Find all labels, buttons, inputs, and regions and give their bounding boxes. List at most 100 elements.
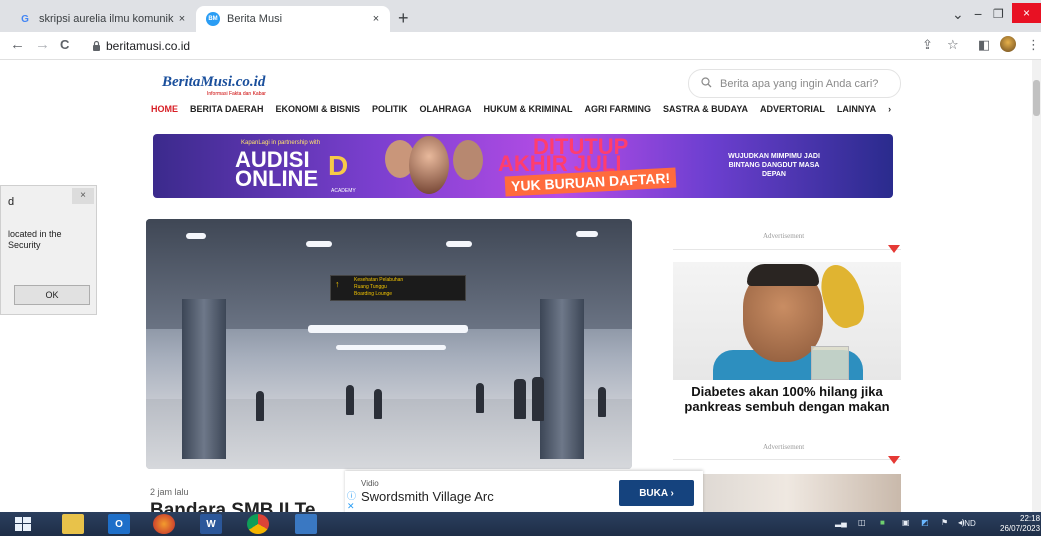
language-indicator[interactable]: IND (962, 519, 976, 528)
file-explorer-icon[interactable] (62, 514, 84, 534)
tray-flag-icon[interactable]: ⚑ (941, 518, 948, 527)
banner-person-image (453, 140, 483, 180)
berita-musi-favicon-icon: BM (206, 12, 220, 26)
google-icon: G (21, 13, 29, 25)
banner-d-logo: D (328, 150, 349, 181)
ad-person-hair (747, 264, 819, 286)
nav-agri-farming[interactable]: AGRI FARMING (585, 104, 652, 114)
buka-button[interactable]: BUKA › (619, 480, 694, 506)
ceiling-light (446, 241, 472, 247)
back-button[interactable]: ← (10, 36, 25, 53)
tab-search-chevron-icon[interactable]: ⌄ (952, 6, 964, 23)
search-icon (701, 76, 712, 91)
dialog-close-button[interactable]: × (72, 188, 94, 204)
scrollbar-thumb[interactable] (1033, 80, 1040, 116)
ceiling-light (306, 241, 332, 247)
banner-online: ONLINE (235, 166, 319, 191)
passenger-figure (532, 377, 544, 421)
reload-button[interactable]: C (60, 37, 69, 52)
url-field[interactable]: beritamusi.co.id (106, 39, 190, 53)
close-window-button[interactable]: × (1012, 3, 1041, 23)
second-ad-image[interactable] (673, 474, 901, 512)
outlook-icon[interactable]: O (108, 514, 130, 534)
minimize-button[interactable]: − (974, 6, 982, 22)
banner-partner-text: KapanLagi in partnership with (241, 140, 321, 146)
sign-text-3: Boarding Lounge (354, 291, 393, 297)
tab-close-icon[interactable]: × (368, 13, 384, 25)
firefox-icon[interactable] (153, 514, 175, 534)
sign-text-1: Kesehatan Pelabuhan (354, 277, 404, 283)
ceiling-light (186, 233, 206, 239)
passenger-figure (598, 387, 606, 417)
tab-berita-musi[interactable]: BM Berita Musi × (196, 6, 390, 32)
remote-desktop-icon[interactable] (295, 514, 317, 534)
chrome-menu-icon[interactable]: ⋮ (1027, 37, 1040, 53)
ad-title[interactable]: Swordsmith Village Arc (361, 489, 494, 504)
page-scrollbar[interactable] (1032, 60, 1041, 515)
windows-start-icon[interactable] (10, 514, 36, 534)
chrome-icon[interactable] (247, 514, 269, 534)
main-navigation: HOME BERITA DAERAH EKONOMI & BISNIS POLI… (151, 104, 901, 114)
dialog-ok-button[interactable]: OK (14, 285, 90, 305)
banner-audisi-online: AUDISI ONLINE (235, 149, 319, 191)
ad-divider (673, 249, 901, 250)
terminal-pillar (182, 299, 226, 459)
ceiling-light-panel (336, 345, 446, 350)
hero-article-image[interactable]: ↑ Kesehatan Pelabuhan Ruang Tunggu Board… (146, 219, 632, 469)
nav-hukum-kriminal[interactable]: HUKUM & KRIMINAL (484, 104, 573, 114)
nav-sastra-budaya[interactable]: SASTRA & BUDAYA (663, 104, 748, 114)
sign-text-2: Ruang Tunggu (354, 284, 387, 290)
diabetes-ad-image[interactable] (673, 262, 901, 380)
tray-icon[interactable]: ◩ (921, 518, 929, 527)
article-timestamp: 2 jam lalu (150, 487, 189, 497)
dialog-title: d (8, 196, 15, 208)
passenger-figure (256, 391, 264, 421)
site-search-input[interactable]: Berita apa yang ingin Anda cari? (688, 69, 901, 98)
nav-ekonomi-bisnis[interactable]: EKONOMI & BISNIS (276, 104, 361, 114)
terminal-pillar (540, 299, 584, 459)
profile-avatar[interactable] (1000, 36, 1016, 52)
word-icon[interactable]: W (200, 514, 222, 534)
nav-politik[interactable]: POLITIK (372, 104, 408, 114)
language-label: IND (962, 519, 976, 528)
logo-tagline: Informasi Fakta dan Kabar (207, 91, 266, 97)
nav-lainnya[interactable]: LAINNYA (837, 104, 876, 114)
ad-close-icon[interactable]: ✕ (347, 501, 355, 512)
tray-icon[interactable]: ▣ (902, 518, 910, 527)
side-panel-icon[interactable]: ◧ (978, 37, 990, 53)
dialog-message: located in the Security (8, 229, 62, 250)
nav-advertorial[interactable]: ADVERTORIAL (760, 104, 825, 114)
tab-label: Berita Musi (227, 13, 283, 25)
arrow-up-icon: ↑ (335, 279, 340, 289)
passenger-figure (476, 383, 484, 413)
banner-wujudkan-text: WUJUDKAN MIMPIMU JADI BINTANG DANGDUT MA… (728, 153, 820, 178)
bookmark-star-icon[interactable]: ☆ (947, 37, 959, 53)
tray-icon[interactable]: ◫ (858, 518, 866, 527)
nav-home[interactable]: HOME (151, 104, 178, 114)
tray-icon[interactable]: ■ (880, 518, 885, 527)
ad-divider (673, 459, 901, 460)
new-tab-button[interactable]: + (398, 8, 409, 29)
adchoices-triangle-icon[interactable] (888, 245, 900, 253)
forward-button[interactable]: → (35, 36, 50, 53)
share-icon[interactable]: ⇪ (922, 37, 933, 53)
diabetes-ad-text[interactable]: Diabetes akan 100% hilang jika pankreas … (673, 384, 901, 414)
ad-brand: Vidio (361, 479, 379, 488)
tab-label: skripsi aurelia ilmu komunikasi 2 (39, 13, 174, 25)
tray-network-icon[interactable]: ▂▄ (835, 518, 847, 527)
taskbar-clock[interactable]: 22:18 26/07/2023 (1000, 514, 1040, 534)
lock-icon[interactable] (92, 40, 101, 54)
nav-olahraga[interactable]: OLAHRAGA (420, 104, 472, 114)
banner-person-image (409, 136, 449, 194)
nav-more-chevron-icon[interactable]: › (888, 104, 891, 114)
advertisement-label: Advertisement (763, 443, 805, 451)
ad-glass (811, 346, 849, 380)
restore-button[interactable]: ❐ (993, 7, 1004, 21)
audisi-online-banner[interactable]: KapanLagi in partnership with AUDISI ONL… (153, 134, 893, 198)
nav-berita-daerah[interactable]: BERITA DAERAH (190, 104, 264, 114)
adchoices-triangle-icon[interactable] (888, 456, 900, 464)
clock-time: 22:18 (1020, 514, 1041, 523)
tab-close-icon[interactable]: × (174, 13, 190, 25)
tab-skripsi[interactable]: G skripsi aurelia ilmu komunikasi 2 × (8, 6, 196, 32)
site-logo[interactable]: BeritaMusi.co.id (162, 74, 265, 91)
